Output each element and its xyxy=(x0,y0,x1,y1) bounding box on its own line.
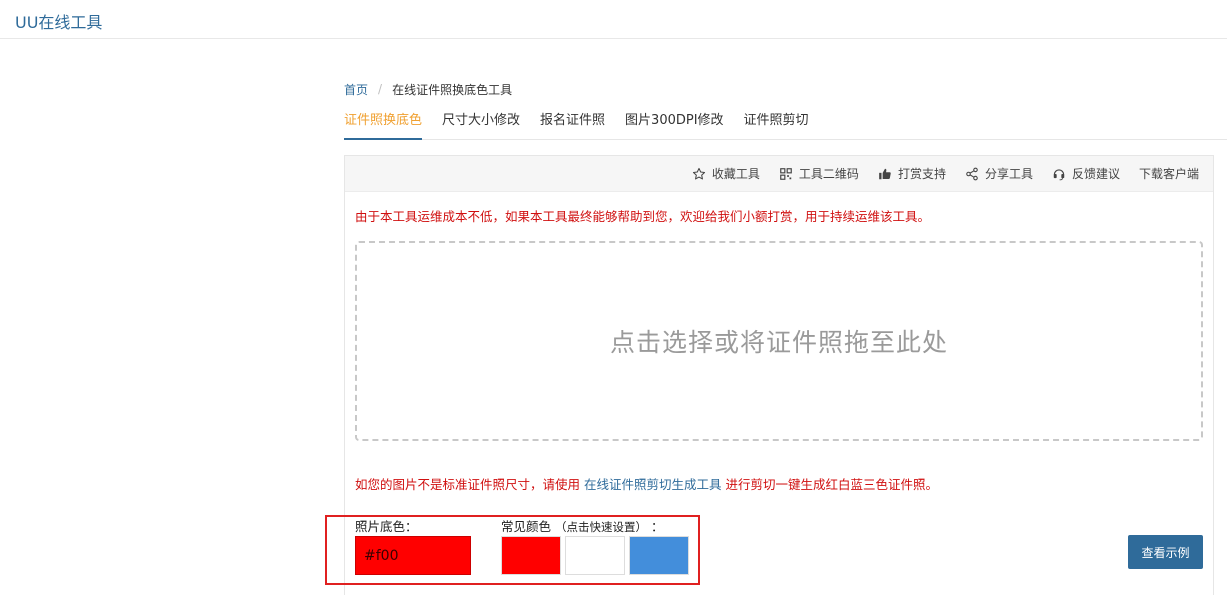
common-colors-hint: （点击快速设置） xyxy=(555,520,647,534)
download-client-button[interactable]: 下载客户端 xyxy=(1139,165,1199,182)
qrcode-icon xyxy=(780,167,792,180)
breadcrumb: 首页 / 在线证件照换底色工具 xyxy=(344,80,512,98)
background-color-input[interactable] xyxy=(355,536,471,575)
photo-upload-dropzone[interactable]: 点击选择或将证件照拖至此处 xyxy=(355,241,1203,441)
donate-button[interactable]: 打赏支持 xyxy=(878,165,946,182)
crop-tip: 如您的图片不是标准证件照尺寸，请使用 在线证件照剪切生成工具 进行剪切一键生成红… xyxy=(355,474,938,493)
tab-resize[interactable]: 尺寸大小修改 xyxy=(442,110,520,140)
favorite-tool-label: 收藏工具 xyxy=(711,167,760,181)
swatch-blue[interactable] xyxy=(629,536,689,575)
qrcode-button[interactable]: 工具二维码 xyxy=(779,165,859,182)
crop-tool-link[interactable]: 在线证件照剪切生成工具 xyxy=(584,477,722,492)
qrcode-label: 工具二维码 xyxy=(798,167,859,181)
breadcrumb-current: 在线证件照换底色工具 xyxy=(392,82,513,97)
favorite-tool-button[interactable]: 收藏工具 xyxy=(692,165,760,182)
headset-icon xyxy=(1053,168,1065,180)
tab-change-background[interactable]: 证件照换底色 xyxy=(344,110,423,140)
share-tool-label: 分享工具 xyxy=(984,167,1033,181)
brand-link[interactable]: UU在线工具 xyxy=(15,9,102,33)
swatch-red[interactable] xyxy=(501,536,561,575)
common-colors-title: 常见颜色 xyxy=(501,519,552,534)
donate-label: 打赏支持 xyxy=(897,167,946,181)
tool-tabs: 证件照换底色 尺寸大小修改 报名证件照 图片300DPI修改 证件照剪切 xyxy=(344,110,1227,140)
thumbs-up-icon xyxy=(879,168,891,179)
star-icon xyxy=(692,167,705,179)
tab-exam-photo[interactable]: 报名证件照 xyxy=(540,110,605,140)
swatch-white[interactable] xyxy=(565,536,625,575)
top-bar: UU在线工具 xyxy=(0,0,1227,39)
crop-tip-before: 如您的图片不是标准证件照尺寸，请使用 xyxy=(355,477,584,492)
tool-panel: 收藏工具 工具二维码 打赏支持 分享工具 反馈建议 下载客户端 由于本工具运维成… xyxy=(325,155,1214,595)
tab-crop[interactable]: 证件照剪切 xyxy=(744,110,809,140)
crop-tip-after: 进行剪切一键生成红白蓝三色证件照。 xyxy=(721,477,938,492)
background-color-label: 照片底色： xyxy=(355,519,418,534)
feedback-label: 反馈建议 xyxy=(1071,167,1120,181)
feedback-button[interactable]: 反馈建议 xyxy=(1052,165,1120,182)
common-colors-colon: ： xyxy=(650,519,664,534)
share-tool-button[interactable]: 分享工具 xyxy=(965,165,1033,182)
donation-notice: 由于本工具运维成本不低，如果本工具最终能够帮助到您，欢迎给我们小额打赏，用于持续… xyxy=(355,209,931,224)
panel-toolbar: 收藏工具 工具二维码 打赏支持 分享工具 反馈建议 下载客户端 xyxy=(345,156,1213,192)
dropzone-text: 点击选择或将证件照拖至此处 xyxy=(609,328,948,357)
view-example-button[interactable]: 查看示例 xyxy=(1128,535,1203,569)
breadcrumb-home[interactable]: 首页 xyxy=(344,81,368,98)
tab-300dpi[interactable]: 图片300DPI修改 xyxy=(625,110,724,140)
common-colors-label: 常见颜色 （点击快速设置） ： xyxy=(501,516,664,535)
download-client-label: 下载客户端 xyxy=(1138,167,1199,181)
breadcrumb-separator: / xyxy=(378,82,383,96)
share-icon xyxy=(966,167,978,180)
